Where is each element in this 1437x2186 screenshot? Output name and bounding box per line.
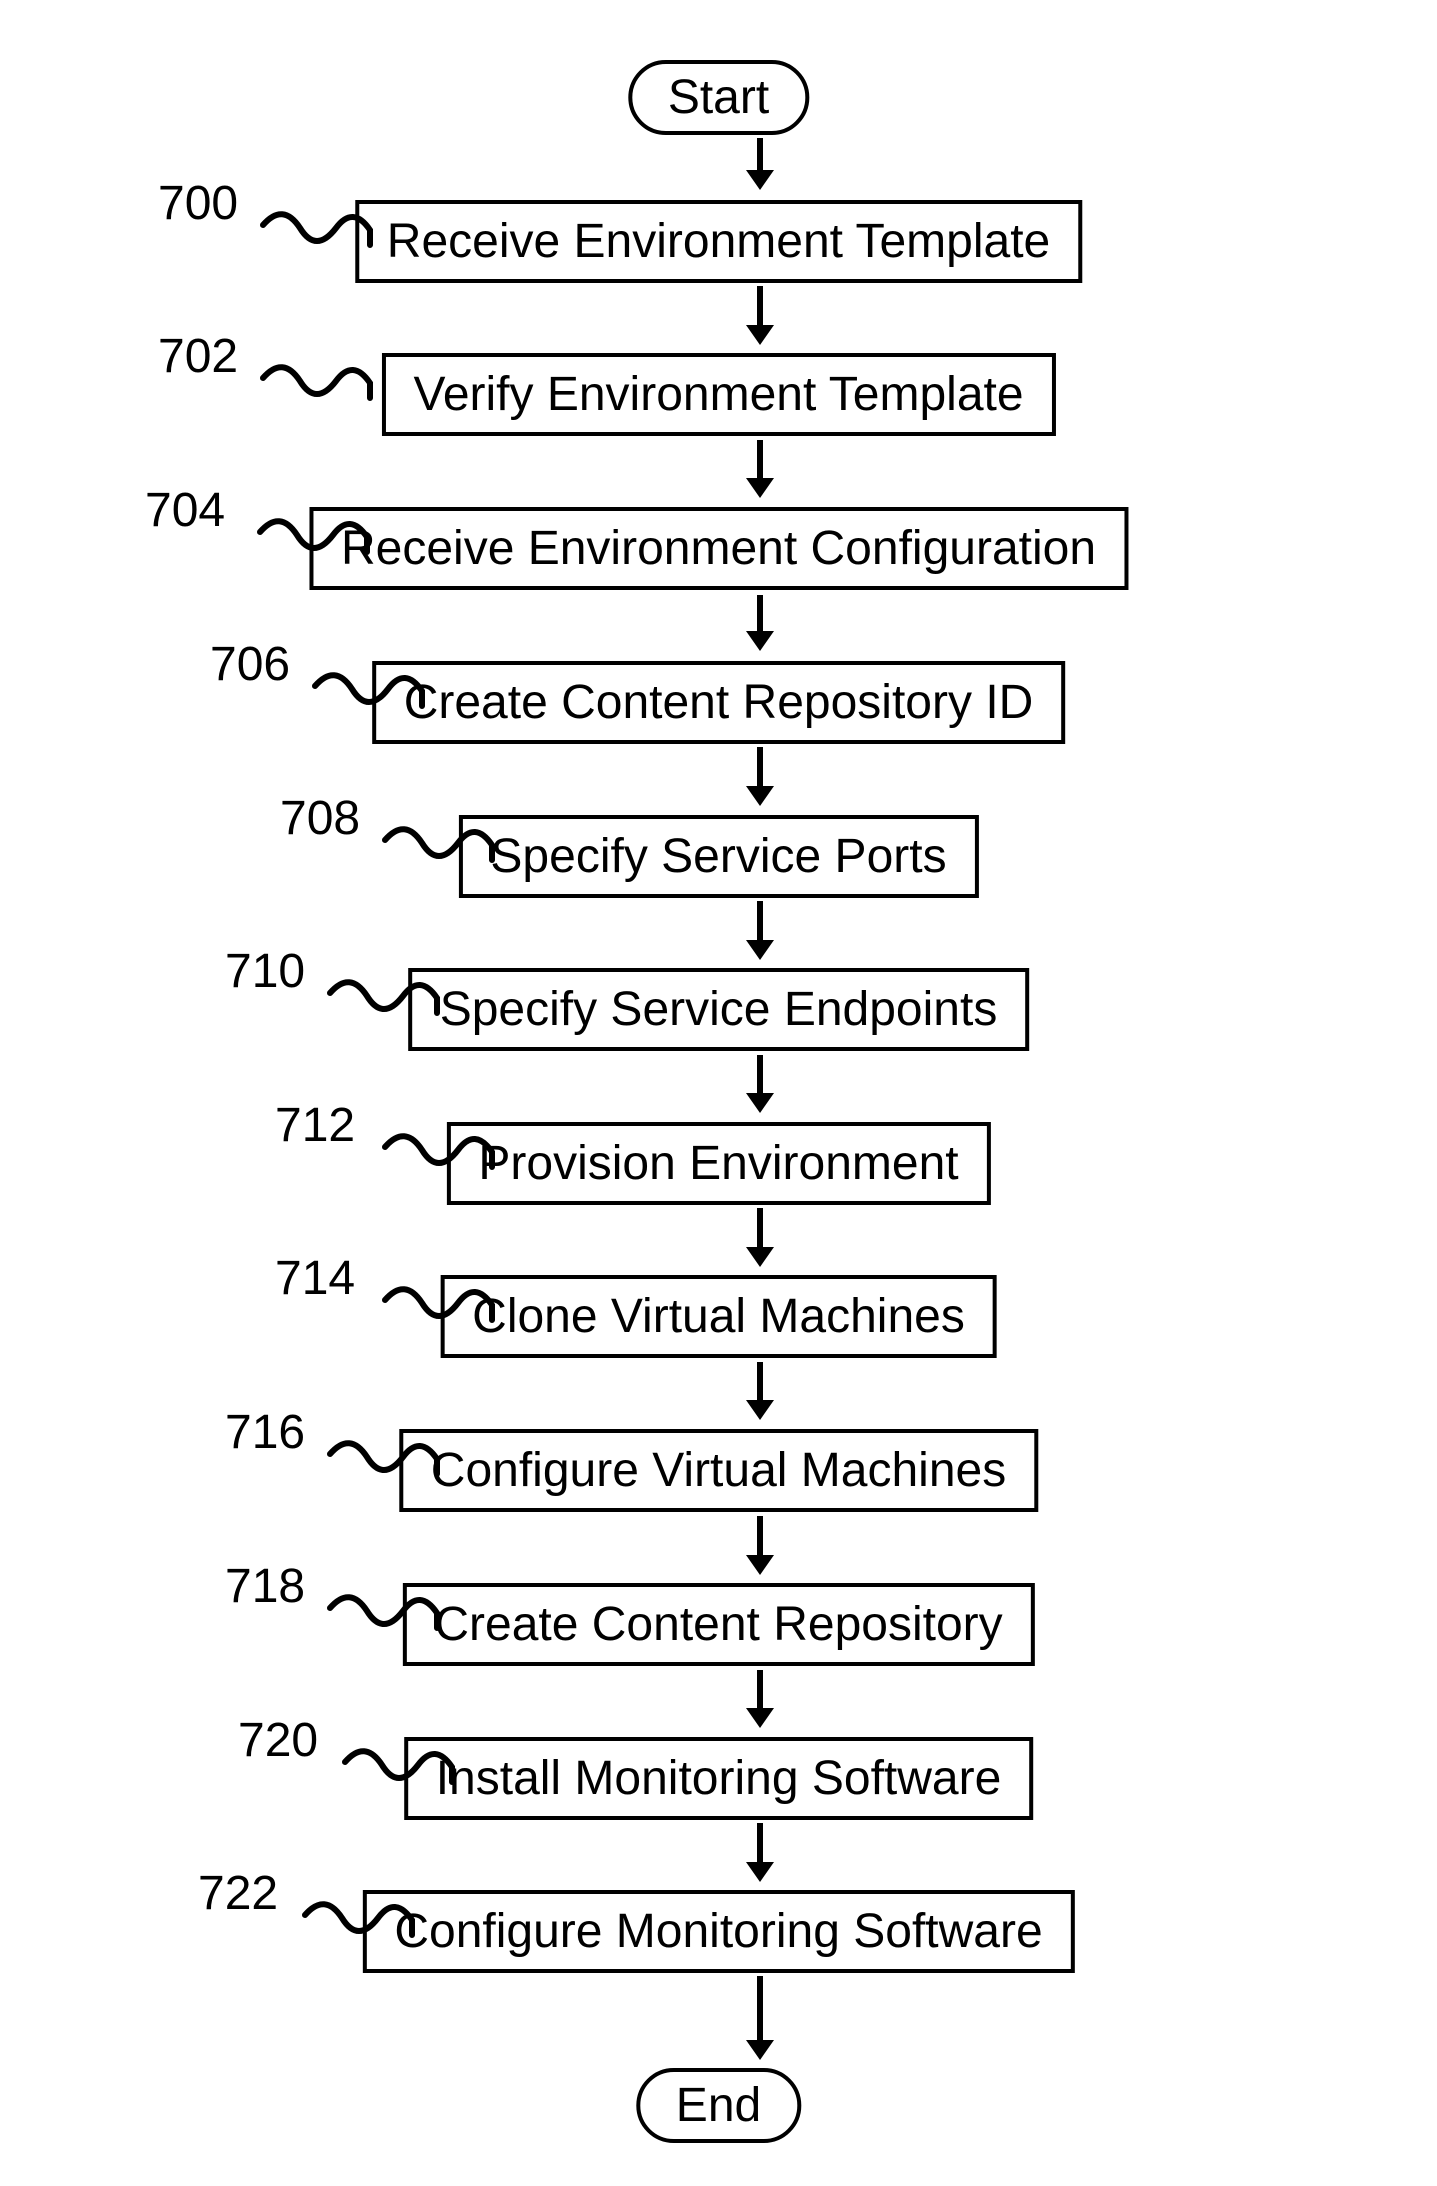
squiggle-connector xyxy=(255,517,375,587)
step-box: Provision Environment xyxy=(446,1122,990,1205)
step-ref: 714 xyxy=(275,1251,355,1306)
squiggle-connector xyxy=(325,1439,445,1509)
step-box: Install Monitoring Software xyxy=(404,1737,1034,1820)
squiggle-connector xyxy=(380,1285,500,1355)
squiggle-connector xyxy=(258,363,378,433)
step-box: Configure Monitoring Software xyxy=(362,1890,1074,1973)
squiggle-connector xyxy=(300,1900,420,1970)
step-ref: 720 xyxy=(238,1713,318,1768)
step-box: Create Content Repository ID xyxy=(372,661,1066,744)
step-box: Receive Environment Configuration xyxy=(309,507,1128,590)
start-terminator: Start xyxy=(628,60,809,135)
squiggle-connector xyxy=(310,671,430,741)
squiggle-connector xyxy=(325,978,445,1048)
end-terminator: End xyxy=(636,2068,801,2143)
step-box: Create Content Repository xyxy=(402,1583,1034,1666)
squiggle-connector xyxy=(380,1132,500,1202)
step-box: Clone Virtual Machines xyxy=(440,1275,997,1358)
step-ref: 722 xyxy=(198,1866,278,1921)
step-ref: 718 xyxy=(225,1559,305,1614)
step-ref: 716 xyxy=(225,1405,305,1460)
step-ref: 708 xyxy=(280,791,360,846)
step-ref: 706 xyxy=(210,637,290,692)
squiggle-connector xyxy=(380,825,500,895)
squiggle-connector xyxy=(258,210,378,280)
step-box: Specify Service Ports xyxy=(458,815,978,898)
step-box: Configure Virtual Machines xyxy=(399,1429,1038,1512)
step-box: Specify Service Endpoints xyxy=(408,968,1030,1051)
step-ref: 700 xyxy=(158,176,238,231)
step-ref: 704 xyxy=(145,483,225,538)
step-box: Verify Environment Template xyxy=(381,353,1055,436)
step-box: Receive Environment Template xyxy=(355,200,1082,283)
squiggle-connector xyxy=(325,1593,445,1663)
squiggle-connector xyxy=(340,1747,460,1817)
step-ref: 712 xyxy=(275,1098,355,1153)
step-ref: 710 xyxy=(225,944,305,999)
step-ref: 702 xyxy=(158,329,238,384)
